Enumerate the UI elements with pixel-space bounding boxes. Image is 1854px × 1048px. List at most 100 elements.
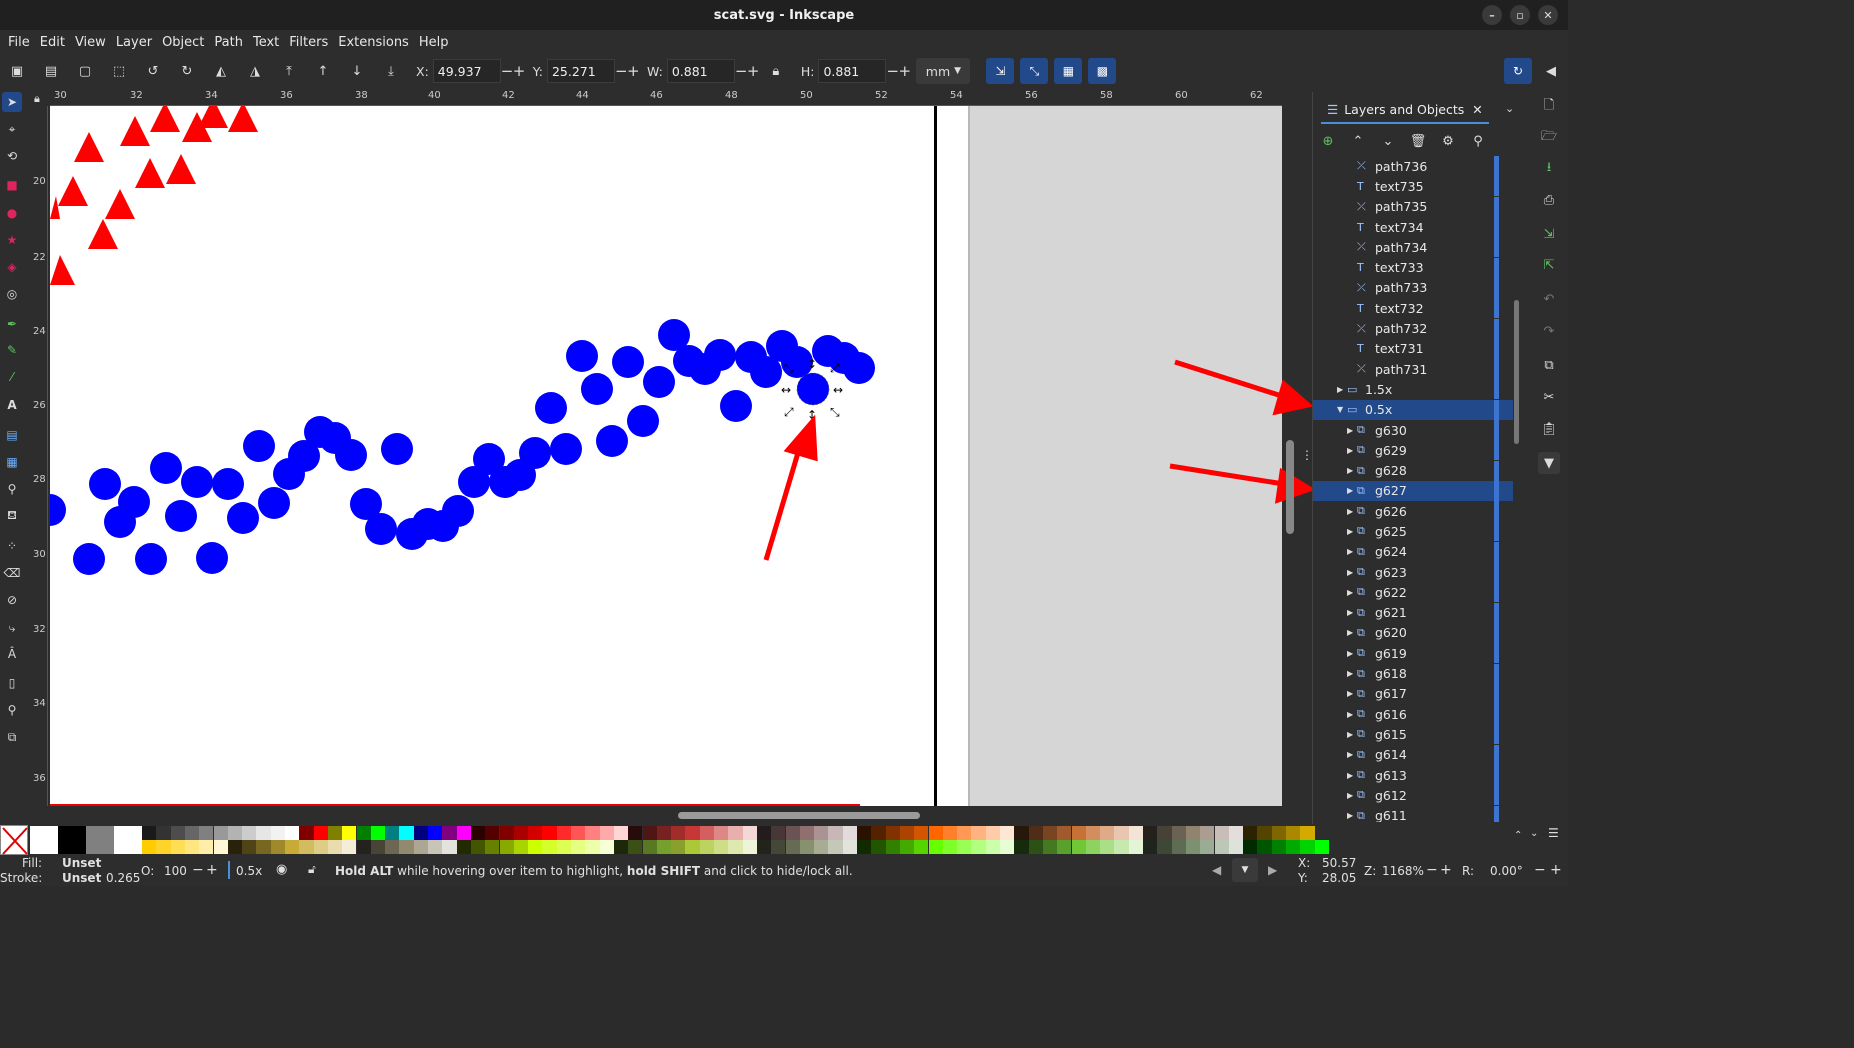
palette-swatch[interactable] (928, 840, 943, 854)
palette-swatch[interactable] (199, 840, 214, 854)
object-row[interactable]: ⤫ path732 (1313, 318, 1513, 339)
palette-swatch[interactable] (842, 840, 857, 854)
collapsed-arrow-icon[interactable]: ▶ (1347, 811, 1357, 820)
triangle-marker[interactable] (58, 176, 88, 206)
object-row[interactable]: ▶ ⧉ g621 (1313, 602, 1513, 623)
export-icon[interactable]: ⇱ (1538, 254, 1560, 276)
palette-swatch[interactable] (270, 826, 285, 840)
object-row[interactable]: ⤫ path733 (1313, 277, 1513, 298)
palette-swatch[interactable] (957, 826, 972, 840)
collapsed-arrow-icon[interactable]: ▶ (1347, 466, 1357, 475)
palette-swatch[interactable] (885, 840, 900, 854)
palette-swatch[interactable] (656, 840, 672, 854)
collapsed-arrow-icon[interactable]: ▶ (1347, 771, 1357, 780)
collapsed-arrow-icon[interactable]: ▶ (1347, 588, 1357, 597)
palette-swatch[interactable] (785, 840, 800, 854)
palette-swatch[interactable] (485, 826, 500, 840)
palette-swatch[interactable] (456, 826, 471, 840)
palette-swatch[interactable] (499, 826, 514, 840)
object-row[interactable]: ▶ ⧉ g619 (1313, 643, 1513, 664)
circle-marker[interactable] (596, 425, 628, 457)
palette-swatch[interactable] (1000, 840, 1015, 854)
add-layer-icon[interactable]: ⊕ (1313, 134, 1343, 149)
palette-scroll-up-icon[interactable]: ⌃ (1514, 830, 1522, 841)
h-decrement-button[interactable]: − (886, 62, 899, 80)
triangle-marker[interactable] (198, 106, 228, 128)
circle-marker[interactable] (365, 513, 397, 545)
palette-swatch[interactable] (899, 826, 915, 840)
palette-swatch[interactable] (1286, 840, 1301, 854)
h-increment-button[interactable]: + (898, 62, 911, 80)
object-row[interactable]: ▶ ⧉ g623 (1313, 562, 1513, 583)
triangle-marker[interactable] (135, 158, 165, 188)
circle-marker[interactable] (704, 339, 736, 371)
palette-swatch[interactable] (971, 826, 986, 840)
circle-marker[interactable] (627, 405, 659, 437)
x-increment-button[interactable]: + (513, 62, 526, 80)
circle-marker[interactable] (381, 433, 413, 465)
rotation-increment-button[interactable]: + (1550, 862, 1562, 878)
palette-swatch[interactable] (213, 840, 228, 854)
menu-file[interactable]: File (4, 35, 34, 50)
undo-icon[interactable]: ↶ (1538, 288, 1560, 310)
palette-swatch[interactable] (1042, 826, 1058, 840)
selector-tool-icon[interactable]: ➤ (2, 92, 22, 112)
palette-swatch[interactable] (1271, 826, 1286, 840)
palette-swatch[interactable] (256, 826, 271, 840)
palette-swatch[interactable] (356, 840, 371, 854)
collapsed-arrow-icon[interactable]: ▶ (1347, 750, 1357, 759)
palette-swatch[interactable] (413, 840, 428, 854)
object-row[interactable]: ⤫ path736 (1313, 156, 1513, 177)
triangle-marker[interactable] (74, 132, 104, 162)
close-icon[interactable]: ✕ (1538, 5, 1558, 25)
palette-swatch[interactable] (742, 840, 757, 854)
collapsed-arrow-icon[interactable]: ▶ (1347, 446, 1357, 455)
object-row[interactable]: ⤫ path734 (1313, 237, 1513, 258)
palette-swatch[interactable] (1243, 826, 1258, 840)
palette-swatch[interactable] (1028, 826, 1043, 840)
palette-swatch[interactable] (971, 840, 986, 854)
object-row[interactable]: Ttext732 (1313, 298, 1513, 319)
raise-to-top-icon[interactable]: ⤒ (278, 60, 300, 82)
circle-marker[interactable] (227, 502, 259, 534)
collapsed-arrow-icon[interactable]: ▶ (1347, 689, 1357, 698)
palette-swatch[interactable] (428, 826, 443, 840)
palette-swatch[interactable] (857, 826, 872, 840)
palette-swatch[interactable] (1014, 826, 1029, 840)
palette-swatch[interactable] (857, 840, 872, 854)
circle-marker[interactable] (643, 366, 675, 398)
palette-swatch[interactable] (370, 826, 386, 840)
unit-select[interactable]: mm ▼ (916, 58, 971, 84)
cut-icon[interactable]: ✂ (1538, 386, 1560, 408)
palette-swatch[interactable] (1042, 840, 1058, 854)
triangle-marker[interactable] (50, 255, 75, 285)
palette-swatch[interactable] (327, 840, 343, 854)
palette-swatch[interactable] (885, 826, 900, 840)
palette-swatch[interactable] (914, 826, 929, 840)
palette-swatch[interactable] (642, 840, 657, 854)
menu-object[interactable]: Object (158, 35, 208, 50)
palette-swatch[interactable] (556, 840, 571, 854)
collapsed-arrow-icon[interactable]: ▶ (1347, 527, 1357, 536)
palette-swatch[interactable] (1228, 840, 1244, 854)
text-tool-icon[interactable]: A (2, 395, 22, 415)
palette-swatch[interactable] (285, 826, 300, 840)
snap-toggle-icon[interactable]: ↻ (1504, 58, 1532, 84)
palette-swatch[interactable] (1057, 840, 1072, 854)
deselect-icon[interactable]: ▢ (74, 60, 96, 82)
palette-swatch[interactable] (742, 826, 757, 840)
palette-swatch[interactable] (342, 826, 357, 840)
layer-row[interactable]: ▼ ▭ 0.5x (1313, 399, 1513, 420)
palette-swatch[interactable] (399, 826, 414, 840)
palette-swatch[interactable] (914, 840, 929, 854)
rotate-cw-icon[interactable]: ↻ (176, 60, 198, 82)
flip-vertical-icon[interactable]: ◮ (244, 60, 266, 82)
palette-swatch[interactable] (714, 826, 729, 840)
print-icon[interactable]: ⎙ (1538, 189, 1560, 211)
palette-swatch[interactable] (1171, 826, 1186, 840)
circle-marker[interactable] (519, 437, 551, 469)
palette-swatch[interactable] (628, 840, 643, 854)
scale-handle-icon[interactable]: ⤢ (829, 361, 840, 375)
object-row[interactable]: ▶ ⧉ g614 (1313, 744, 1513, 765)
menu-text[interactable]: Text (249, 35, 283, 50)
